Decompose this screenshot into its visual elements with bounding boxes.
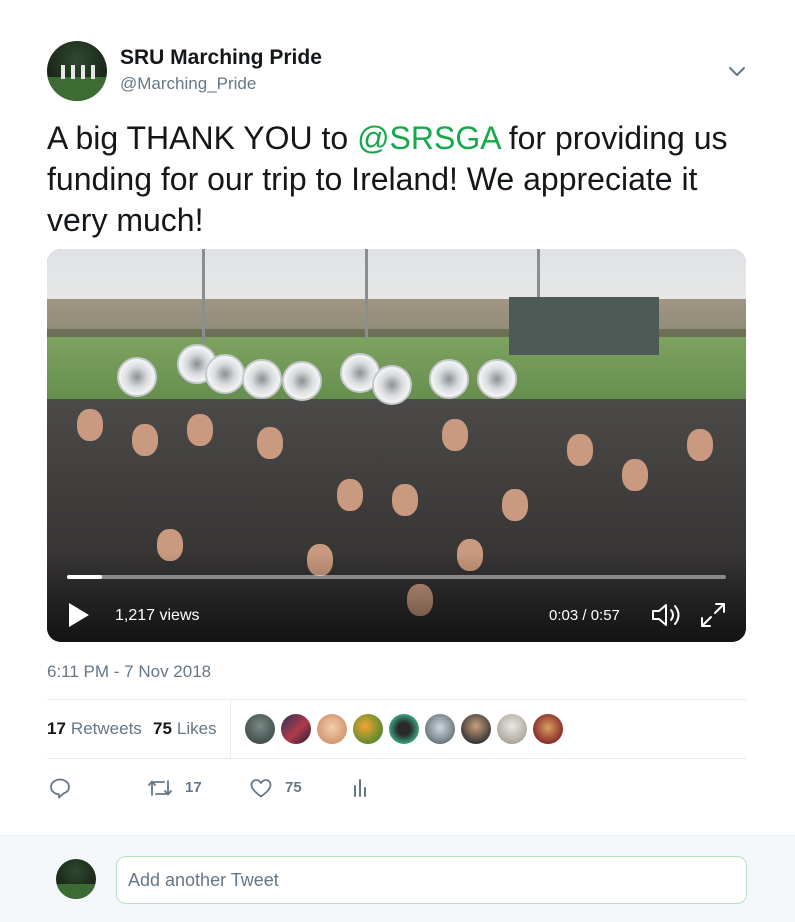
video-time: 0:03 / 0:57	[549, 607, 620, 624]
likes-count: 75	[153, 719, 172, 738]
reply-icon	[50, 778, 70, 799]
retweets-label: Retweets	[70, 719, 142, 738]
volume-icon[interactable]	[651, 601, 683, 629]
heart-icon	[250, 779, 272, 798]
reply-input[interactable]	[116, 856, 747, 904]
video-progress-bar[interactable]	[67, 575, 726, 579]
liker-avatar[interactable]	[533, 714, 563, 744]
liker-avatar[interactable]	[245, 714, 275, 744]
analytics-icon	[354, 779, 366, 797]
author-name[interactable]: SRU Marching Pride	[120, 46, 322, 70]
video-player[interactable]: 1,217 views 0:03 / 0:57	[47, 249, 746, 642]
liker-avatar[interactable]	[317, 714, 347, 744]
reply-bar	[0, 835, 795, 922]
author-handle[interactable]: @Marching_Pride	[120, 74, 256, 94]
tweet-text: A big THANK YOU to @SRSGA for providing …	[47, 118, 747, 241]
fullscreen-icon[interactable]	[699, 601, 727, 629]
liker-avatar[interactable]	[389, 714, 419, 744]
liker-avatar[interactable]	[281, 714, 311, 744]
liker-avatar[interactable]	[425, 714, 455, 744]
likes-stat[interactable]: 75 Likes	[153, 719, 217, 739]
liker-avatar[interactable]	[497, 714, 527, 744]
retweets-stat[interactable]: 17 Retweets	[47, 719, 142, 739]
retweet-button[interactable]: 17	[147, 774, 217, 802]
likes-label: Likes	[176, 719, 217, 738]
video-views: 1,217 views	[115, 607, 200, 624]
liker-avatar[interactable]	[353, 714, 383, 744]
analytics-button[interactable]	[351, 774, 373, 802]
tweet-card: SRU Marching Pride @Marching_Pride A big…	[0, 0, 795, 835]
author-avatar[interactable]	[47, 41, 107, 101]
tweet-timestamp[interactable]: 6:11 PM - 7 Nov 2018	[47, 662, 211, 682]
like-count: 75	[285, 779, 302, 796]
reply-button[interactable]	[48, 774, 74, 802]
liker-avatar[interactable]	[461, 714, 491, 744]
chevron-down-icon[interactable]	[726, 60, 748, 82]
stats-separator	[230, 700, 231, 758]
engagement-stats: 17 Retweets 75 Likes	[47, 700, 746, 758]
tweet-text-before: A big THANK YOU to	[47, 120, 358, 156]
divider	[47, 758, 746, 759]
user-avatar[interactable]	[56, 859, 96, 899]
retweets-count: 17	[47, 719, 66, 738]
retweet-count: 17	[185, 779, 202, 796]
mention-link[interactable]: @SRSGA	[357, 120, 500, 156]
like-button[interactable]: 75	[249, 774, 309, 802]
play-icon[interactable]	[67, 602, 91, 628]
video-progress-fill	[67, 575, 102, 579]
retweet-icon	[148, 780, 172, 796]
